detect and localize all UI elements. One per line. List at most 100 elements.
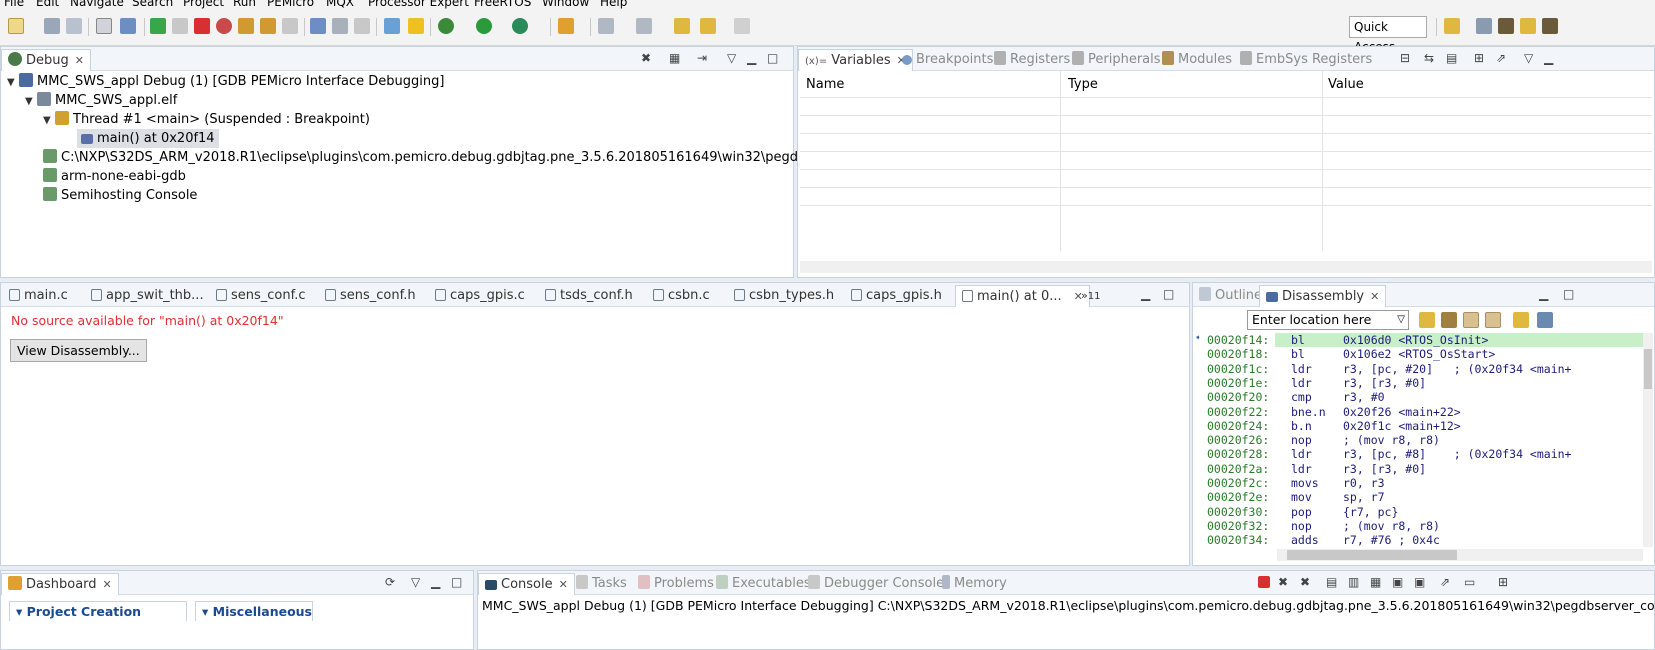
maximize-icon[interactable]: □ bbox=[451, 575, 462, 589]
horizontal-scrollbar[interactable] bbox=[1277, 549, 1643, 561]
open-perspective-icon[interactable] bbox=[1444, 18, 1460, 34]
remove-launch-icon[interactable]: ✖ bbox=[1278, 575, 1288, 589]
drop-to-frame-icon[interactable] bbox=[332, 18, 348, 34]
menu-project[interactable]: Project bbox=[183, 0, 224, 9]
menu-freertos[interactable]: FreeRTOS bbox=[474, 0, 531, 9]
tab-console[interactable]: Console ✕ bbox=[478, 573, 575, 595]
tree-item-gdbserver[interactable]: C:\NXP\S32DS_ARM_v2018.R1\eclipse\plugin… bbox=[43, 148, 904, 167]
new-view-icon[interactable] bbox=[1513, 312, 1529, 328]
minimize-icon[interactable]: ▁ bbox=[1141, 287, 1150, 301]
tab-registers[interactable]: Registers bbox=[994, 49, 1070, 71]
pin-console-icon[interactable]: ⇗ bbox=[1440, 575, 1450, 589]
tree-item-gdb[interactable]: arm-none-eabi-gdb bbox=[43, 167, 186, 186]
step-over-icon[interactable] bbox=[260, 18, 276, 34]
previous-annotation-icon[interactable] bbox=[636, 18, 652, 34]
tab-modules[interactable]: Modules bbox=[1162, 49, 1232, 71]
column-name[interactable]: Name bbox=[806, 77, 844, 92]
tree-item-frame-selected[interactable]: main() at 0x20f14 bbox=[77, 129, 219, 148]
back-icon[interactable] bbox=[700, 18, 716, 34]
expand-arrow-icon[interactable]: ▼ bbox=[43, 111, 55, 130]
view-layout-icon[interactable]: ▦ bbox=[669, 51, 680, 65]
select-columns-icon[interactable]: ⇆ bbox=[1424, 51, 1434, 65]
view-menu-icon[interactable]: ▽ bbox=[411, 575, 420, 589]
resume-icon[interactable] bbox=[150, 18, 166, 34]
search-icon[interactable] bbox=[558, 18, 574, 34]
instruction-stepping-icon[interactable] bbox=[310, 18, 326, 34]
tab-sens-conf-c[interactable]: sens_conf.c bbox=[216, 285, 306, 307]
menu-edit[interactable]: Edit bbox=[36, 0, 59, 9]
tab-tasks[interactable]: Tasks bbox=[576, 573, 627, 595]
disassembly-row[interactable]: 00020f1c: ldr r3, [pc, #20] ; (0x20f34 <ma… bbox=[1193, 362, 1632, 376]
close-icon[interactable]: ✕ bbox=[103, 578, 112, 591]
close-icon[interactable]: ✕ bbox=[559, 578, 568, 591]
step-into-icon[interactable] bbox=[238, 18, 254, 34]
show-source-icon[interactable] bbox=[1485, 312, 1501, 328]
minimize-icon[interactable]: ▁ bbox=[747, 51, 756, 65]
disassembly-row[interactable]: 00020f2a: ldr r3, [r3, #0] bbox=[1193, 462, 1632, 476]
close-icon[interactable]: ✕ bbox=[1370, 290, 1379, 303]
disassembly-row[interactable]: 00020f20: cmp r3, #0 bbox=[1193, 390, 1632, 404]
pin-icon[interactable]: ⇗ bbox=[1496, 51, 1506, 65]
tab-app-swit-thb[interactable]: app_swit_thb... bbox=[91, 285, 204, 307]
location-input[interactable]: Enter location here ▽ bbox=[1247, 310, 1409, 330]
disassembly-row[interactable]: 00020f30: pop {r7, pc} bbox=[1193, 505, 1632, 519]
tree-item-semihosting[interactable]: Semihosting Console bbox=[43, 186, 197, 205]
save-all-icon[interactable] bbox=[66, 18, 82, 34]
tab-caps-gpis-c[interactable]: caps_gpis.c bbox=[435, 285, 525, 307]
tab-variables[interactable]: (x)= Variables✕ bbox=[798, 49, 913, 71]
tab-main-at-address[interactable]: main() at 0... ✕ bbox=[955, 285, 1090, 307]
refresh-icon[interactable]: ⟳ bbox=[385, 575, 395, 589]
tab-dashboard[interactable]: Dashboard ✕ bbox=[1, 573, 119, 595]
menu-file[interactable]: File bbox=[4, 0, 24, 9]
next-annotation-icon[interactable] bbox=[598, 18, 614, 34]
tab-main-c[interactable]: main.c bbox=[9, 285, 68, 307]
tab-tsds-conf-h[interactable]: tsds_conf.h bbox=[545, 285, 633, 307]
suspend-icon[interactable] bbox=[172, 18, 188, 34]
tab-overflow[interactable]: »11 bbox=[1081, 285, 1100, 307]
tab-memory[interactable]: Memory bbox=[942, 573, 1007, 595]
disassembly-row[interactable]: 00020f28: ldr r3, [pc, #8] ; (0x20f34 <mai… bbox=[1193, 447, 1632, 461]
quick-access-input[interactable]: Quick Access bbox=[1349, 16, 1427, 54]
tab-debug[interactable]: Debug ✕ bbox=[1, 49, 91, 71]
tab-problems[interactable]: Problems bbox=[638, 573, 714, 595]
tab-disassembly[interactable]: Disassembly ✕ bbox=[1259, 285, 1387, 307]
menu-processor-expert[interactable]: Processor Expert bbox=[368, 0, 469, 9]
show-on-output-icon[interactable]: ▣ bbox=[1392, 575, 1403, 589]
view-menu-icon[interactable]: ▽ bbox=[727, 51, 736, 65]
disassembly-row[interactable]: 00020f2c: movs r0, r3 bbox=[1193, 476, 1632, 490]
use-step-filters-icon[interactable] bbox=[354, 18, 370, 34]
column-type[interactable]: Type bbox=[1068, 77, 1098, 92]
remove-all-terminated-icon[interactable]: ✖ bbox=[1300, 575, 1310, 589]
scrollbar-thumb[interactable] bbox=[1287, 550, 1457, 560]
view-disassembly-button[interactable]: View Disassembly... bbox=[10, 339, 147, 362]
perspective-c-icon[interactable] bbox=[1476, 18, 1492, 34]
horizontal-scrollbar[interactable] bbox=[800, 261, 1652, 273]
menu-run[interactable]: Run bbox=[233, 0, 256, 9]
perspective-debug-icon[interactable] bbox=[1498, 18, 1514, 34]
skip-breakpoints-icon[interactable] bbox=[120, 18, 136, 34]
expand-arrow-icon[interactable]: ▼ bbox=[7, 73, 19, 92]
flash-icon[interactable] bbox=[384, 18, 400, 34]
menu-help[interactable]: Help bbox=[600, 0, 627, 9]
lightning-icon[interactable] bbox=[408, 18, 424, 34]
disassembly-row[interactable]: 00020f24: b.n 0x20f1c <main+12> bbox=[1193, 419, 1632, 433]
disassembly-row[interactable]: 00020f26: nop ; (mov r8, r8) bbox=[1193, 433, 1632, 447]
save-icon[interactable] bbox=[44, 18, 60, 34]
terminate-icon[interactable] bbox=[194, 18, 210, 34]
step-mode-icon[interactable]: ⇥ bbox=[697, 51, 707, 65]
tree-item-elf[interactable]: ▼ MMC_SWS_appl.elf bbox=[25, 91, 177, 111]
home-icon[interactable] bbox=[1441, 312, 1457, 328]
menu-navigate[interactable]: Navigate bbox=[70, 0, 124, 9]
disassembly-row[interactable]: 00020f32: nop ; (mov r8, r8) bbox=[1193, 519, 1632, 533]
menu-search[interactable]: Search bbox=[132, 0, 173, 9]
open-console-icon[interactable]: ⊞ bbox=[1498, 575, 1508, 589]
tab-breakpoints[interactable]: Breakpoints bbox=[902, 49, 993, 71]
perspective-resource-icon[interactable] bbox=[1520, 18, 1536, 34]
disassembly-row[interactable]: 00020f14: bl 0x106d0 <RTOS_OsInit> bbox=[1193, 333, 1632, 347]
menu-mqx[interactable]: MQX bbox=[326, 0, 354, 9]
disassembly-row[interactable]: 00020f1e: ldr r3, [r3, #0] bbox=[1193, 376, 1632, 390]
disassembly-row[interactable]: 00020f2e: mov sp, r7 bbox=[1193, 490, 1632, 504]
tab-sens-conf-h[interactable]: sens_conf.h bbox=[325, 285, 416, 307]
show-on-error-icon[interactable]: ▣ bbox=[1414, 575, 1425, 589]
tab-csbn-c[interactable]: csbn.c bbox=[653, 285, 710, 307]
